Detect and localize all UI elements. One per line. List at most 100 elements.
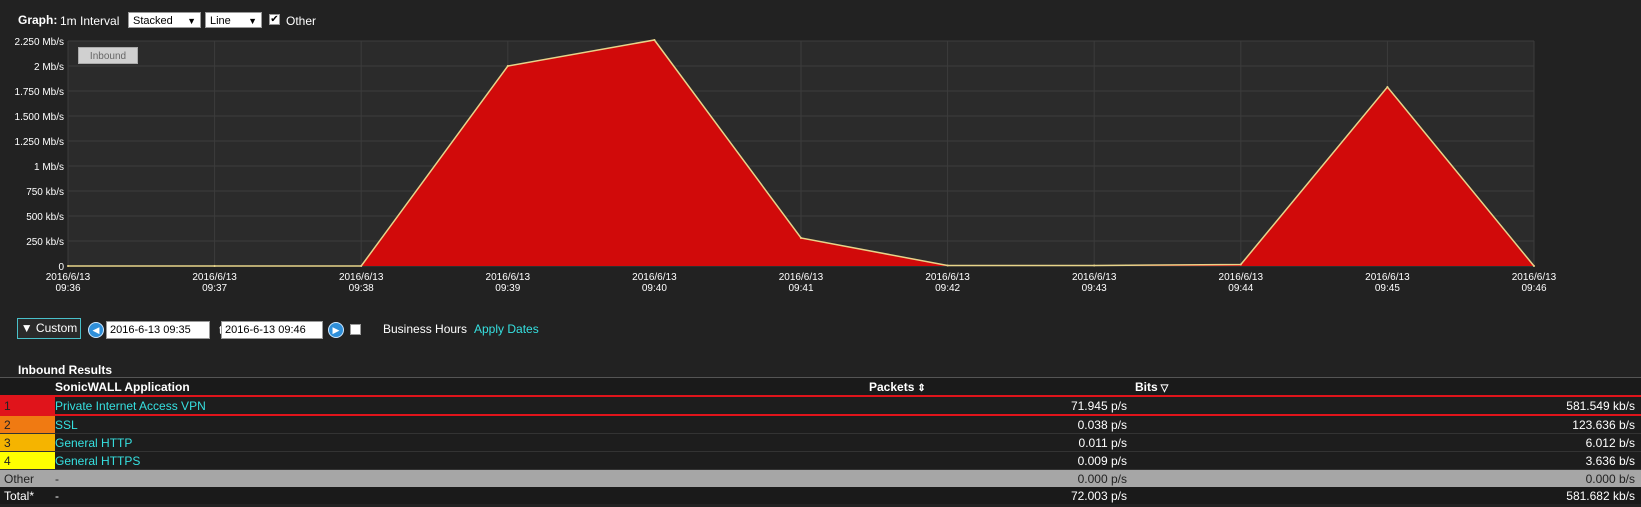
- business-hours-checkbox[interactable]: [350, 324, 361, 335]
- interval-label: 1m Interval: [60, 14, 120, 28]
- data-point: [800, 237, 802, 239]
- table-row[interactable]: 3 General HTTP 0.011 p/s 6.012 b/s: [0, 433, 1641, 452]
- y-tick-label: 250 kb/s: [26, 237, 64, 248]
- bits-cell: 123.636 b/s: [1135, 415, 1641, 434]
- sort-both-icon: ⇕: [917, 382, 926, 394]
- app-header[interactable]: SonicWALL Application: [55, 377, 869, 396]
- rank-cell: 2: [0, 415, 55, 434]
- chart-type-value: Line: [210, 15, 231, 27]
- app-cell: -: [55, 487, 869, 504]
- y-tick-label: 500 kb/s: [26, 212, 64, 223]
- data-point: [1093, 264, 1096, 267]
- bits-cell: 3.636 b/s: [1135, 451, 1641, 470]
- x-tick-label: 2016/6/13: [486, 272, 531, 283]
- app-link[interactable]: General HTTPS: [55, 451, 869, 470]
- business-hours-label: Business Hours: [383, 322, 468, 336]
- rank-header: [0, 377, 55, 396]
- data-point: [946, 264, 949, 267]
- chevron-down-icon: ▼: [248, 16, 257, 26]
- other-label: Other: [286, 14, 317, 28]
- bits-header-label: Bits: [1135, 379, 1158, 394]
- app-cell: -: [55, 469, 869, 487]
- y-tick-label: 1.250 Mb/s: [15, 137, 64, 148]
- table-header-row: SonicWALL Application Packets ⇕ Bits ▽: [0, 377, 1641, 396]
- graph-label: Graph:: [18, 13, 58, 27]
- x-tick-label: 09:46: [1521, 283, 1546, 294]
- date-to-input[interactable]: 2016-6-13 09:46: [221, 321, 323, 339]
- x-tick-label: 09:41: [788, 283, 813, 294]
- sort-desc-icon: ▽: [1160, 382, 1169, 394]
- x-tick-label: 2016/6/13: [192, 272, 237, 283]
- y-tick-label: 750 kb/s: [26, 187, 64, 198]
- x-tick-label: 2016/6/13: [1072, 272, 1117, 283]
- data-point: [1239, 263, 1242, 266]
- packets-cell: 0.038 p/s: [869, 415, 1135, 434]
- app-header-label: SonicWALL Application: [55, 379, 190, 394]
- custom-range-button[interactable]: ▼ Custom: [17, 318, 81, 339]
- x-tick-label: 2016/6/13: [1512, 272, 1557, 283]
- bits-cell: 581.682 kb/s: [1135, 487, 1641, 504]
- x-tick-label: 09:39: [495, 283, 520, 294]
- x-tick-label: 09:38: [349, 283, 374, 294]
- data-point: [1533, 265, 1535, 267]
- bits-header[interactable]: Bits ▽: [1135, 377, 1641, 396]
- data-point: [506, 65, 509, 67]
- y-tick-label: 1 Mb/s: [34, 162, 64, 173]
- legend-inbound[interactable]: Inbound: [78, 47, 138, 64]
- x-tick-label: 09:43: [1082, 283, 1107, 294]
- total-row: Total* - 72.003 p/s 581.682 kb/s: [0, 487, 1641, 504]
- packets-header-label: Packets: [869, 379, 915, 394]
- x-tick-label: 2016/6/13: [46, 272, 91, 283]
- x-tick-label: 2016/6/13: [339, 272, 384, 283]
- chevron-down-icon: ▼: [187, 16, 196, 26]
- rank-cell: Other: [0, 469, 55, 487]
- bits-cell: 0.000 b/s: [1135, 469, 1641, 487]
- y-tick-label: 2 Mb/s: [34, 62, 64, 73]
- x-tick-label: 2016/6/13: [1219, 272, 1264, 283]
- x-tick-label: 09:40: [642, 283, 667, 294]
- data-point: [213, 265, 216, 267]
- prev-range-icon[interactable]: ◀: [88, 322, 104, 338]
- results-table: SonicWALL Application Packets ⇕ Bits ▽ 1 P…: [0, 377, 1641, 504]
- chart-svg: 0250 kb/s500 kb/s750 kb/s1 Mb/s1.250 Mb/…: [15, 37, 1557, 294]
- rank-cell: 3: [0, 433, 55, 452]
- app-link[interactable]: General HTTP: [55, 433, 869, 452]
- app-link[interactable]: SSL: [55, 415, 869, 434]
- rank-cell: 4: [0, 451, 55, 470]
- table-row[interactable]: 2 SSL 0.038 p/s 123.636 b/s: [0, 415, 1641, 434]
- x-tick-label: 09:42: [935, 283, 960, 294]
- app-link[interactable]: Private Internet Access VPN: [55, 395, 869, 416]
- bits-cell: 581.549 kb/s: [1135, 395, 1641, 416]
- date-from-input[interactable]: 2016-6-13 09:35: [106, 321, 210, 339]
- packets-header[interactable]: Packets ⇕: [869, 377, 1135, 396]
- x-tick-label: 2016/6/13: [925, 272, 970, 283]
- packets-cell: 71.945 p/s: [869, 395, 1135, 416]
- stack-mode-value: Stacked: [133, 15, 173, 27]
- packets-cell: 0.011 p/s: [869, 433, 1135, 452]
- rank-cell: Total*: [0, 487, 55, 504]
- x-tick-label: 09:44: [1228, 283, 1253, 294]
- packets-cell: 72.003 p/s: [869, 487, 1135, 504]
- rank-cell: 1: [0, 395, 55, 416]
- x-tick-label: 09:45: [1375, 283, 1400, 294]
- packets-cell: 0.009 p/s: [869, 451, 1135, 470]
- apply-dates-link[interactable]: Apply Dates: [474, 322, 539, 336]
- table-row[interactable]: 1 Private Internet Access VPN 71.945 p/s…: [0, 395, 1641, 416]
- other-checkbox[interactable]: ✔: [269, 14, 280, 25]
- data-point: [653, 39, 656, 41]
- packets-cell: 0.000 p/s: [869, 469, 1135, 487]
- x-tick-label: 2016/6/13: [779, 272, 824, 283]
- y-tick-label: 1.750 Mb/s: [15, 87, 64, 98]
- other-row: Other - 0.000 p/s 0.000 b/s: [0, 469, 1641, 487]
- chart-type-select[interactable]: Line ▼: [205, 12, 262, 28]
- table-row[interactable]: 4 General HTTPS 0.009 p/s 3.636 b/s: [0, 451, 1641, 470]
- next-range-icon[interactable]: ▶: [328, 322, 344, 338]
- data-point: [67, 265, 69, 267]
- stack-mode-select[interactable]: Stacked ▼: [128, 12, 201, 28]
- y-tick-label: 2.250 Mb/s: [15, 37, 64, 48]
- x-tick-label: 09:37: [202, 283, 227, 294]
- y-tick-label: 1.500 Mb/s: [15, 112, 64, 123]
- x-tick-label: 09:36: [55, 283, 80, 294]
- x-tick-label: 2016/6/13: [1365, 272, 1410, 283]
- bits-cell: 6.012 b/s: [1135, 433, 1641, 452]
